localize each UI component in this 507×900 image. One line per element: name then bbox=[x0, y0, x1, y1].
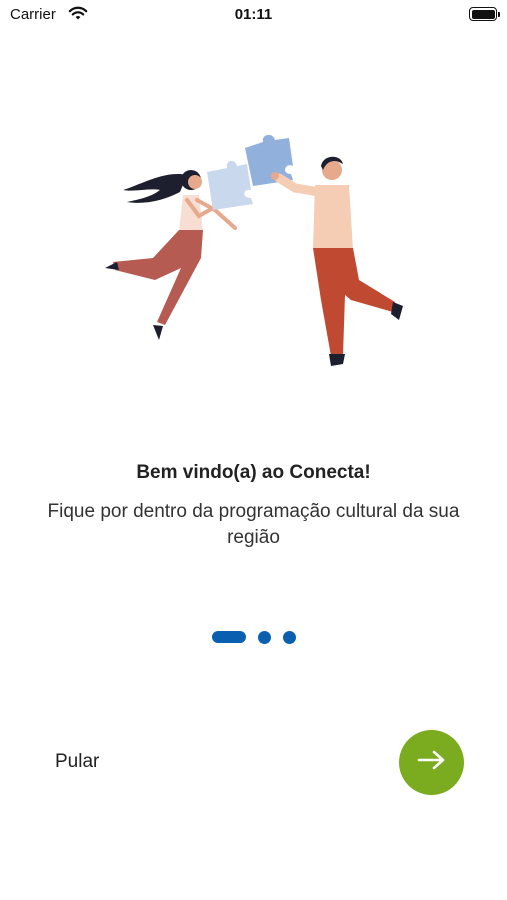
arrow-right-icon bbox=[417, 749, 447, 776]
people-puzzle-illustration bbox=[95, 130, 415, 380]
welcome-subtitle: Fique por dentro da programação cultural… bbox=[47, 501, 460, 548]
skip-button[interactable]: Pular bbox=[55, 751, 99, 773]
page-dot bbox=[282, 630, 296, 644]
welcome-title: Bem vindo(a) ao Conecta! bbox=[136, 462, 371, 483]
status-time: 01:11 bbox=[234, 6, 273, 23]
next-button[interactable] bbox=[399, 730, 464, 795]
page-indicator bbox=[0, 630, 507, 644]
page-dot bbox=[257, 630, 271, 644]
status-bar: Carrier 01:11 bbox=[0, 0, 507, 30]
battery-icon bbox=[469, 7, 500, 21]
page-dot-active bbox=[211, 631, 246, 643]
